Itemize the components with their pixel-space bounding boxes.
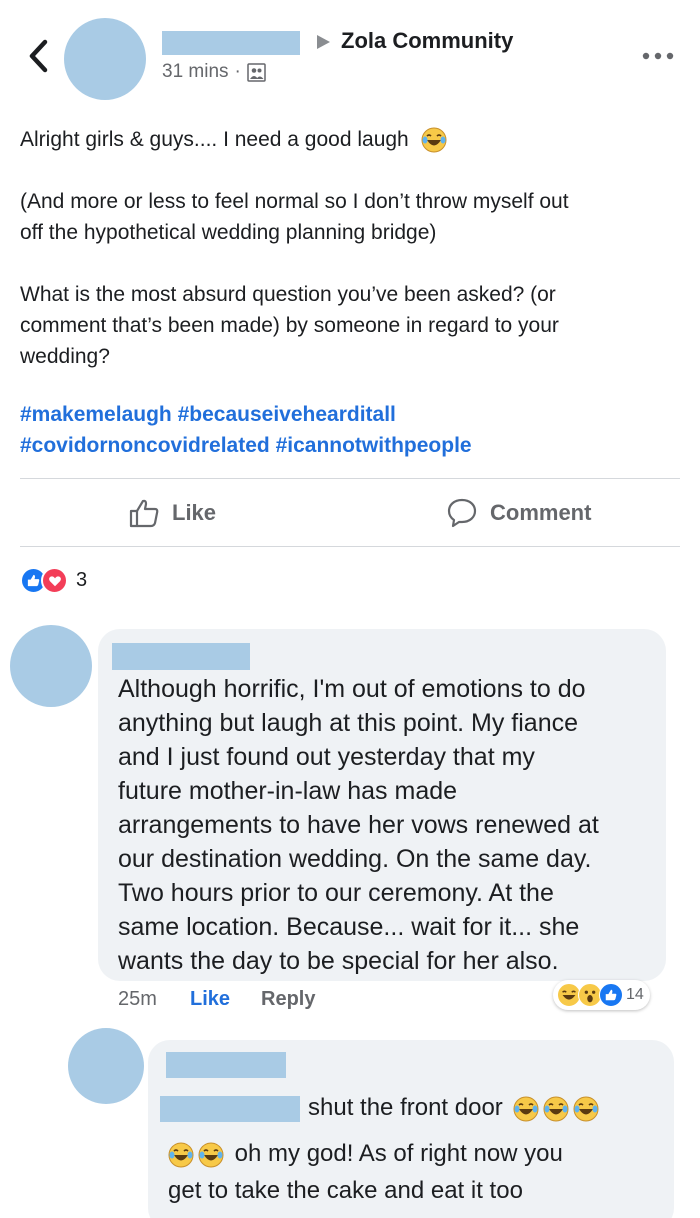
post-text-line: comment that’s been made) by someone in … xyxy=(20,314,559,337)
back-icon[interactable] xyxy=(26,38,52,74)
reply-text-line: get to take the cake and eat it too xyxy=(168,1177,523,1204)
hashtag-line: #makemelaugh #becauseivehearditall xyxy=(20,399,396,430)
post-time: 31 mins xyxy=(162,61,229,82)
like-button[interactable]: Like xyxy=(128,497,216,529)
post-text-line: Alright girls & guys.... I need a good l… xyxy=(20,124,447,155)
love-reaction xyxy=(41,567,68,594)
reply-avatar[interactable] xyxy=(68,1028,144,1104)
reply-text-line: shut the front door xyxy=(308,1094,599,1122)
reply-text-line: oh my god! As of right now you xyxy=(168,1140,563,1168)
hashtag-link[interactable]: #icannotwithpeople xyxy=(276,434,472,457)
divider xyxy=(20,546,680,547)
post-reactions[interactable]: 3 xyxy=(20,567,87,594)
comment-button[interactable]: Comment xyxy=(446,497,591,529)
like-label: Like xyxy=(172,500,217,525)
author-name-redacted[interactable] xyxy=(162,31,300,55)
laugh-emoji xyxy=(573,1096,599,1122)
comment-reactions[interactable]: 14 xyxy=(553,980,650,1010)
comment-text-line: and I just found out yesterday that my xyxy=(118,743,535,771)
hashtag-link[interactable]: #makemelaugh xyxy=(20,403,172,426)
commenter-avatar[interactable] xyxy=(10,625,92,707)
post-text-line: (And more or less to feel normal so I do… xyxy=(20,190,569,213)
comment-reaction-count: 14 xyxy=(626,986,644,1003)
post-meta: 31 mins · xyxy=(162,61,266,83)
group-name[interactable]: Zola Community xyxy=(341,28,513,54)
tagged-name-redacted[interactable] xyxy=(160,1096,300,1122)
more-icon[interactable] xyxy=(640,44,676,68)
replier-name-redacted[interactable] xyxy=(166,1052,286,1078)
like-icon xyxy=(129,499,159,528)
post-text-line: off the hypothetical wedding planning br… xyxy=(20,221,437,244)
laugh-emoji xyxy=(543,1096,569,1122)
comment-text-line: arrangements to have her vows renewed at xyxy=(118,811,599,839)
comment-reply-button[interactable]: Reply xyxy=(261,988,315,1011)
group-icon xyxy=(247,62,266,82)
comment-icon xyxy=(447,498,477,528)
author-avatar[interactable] xyxy=(64,18,146,100)
comment-meta: 25m Like Reply xyxy=(118,988,315,1011)
post-text-line: What is the most absurd question you’ve … xyxy=(20,283,556,306)
like-reaction xyxy=(599,983,623,1007)
meta-separator: · xyxy=(234,61,241,82)
post-text-line: wedding? xyxy=(20,345,110,368)
hashtag-link[interactable]: #becauseivehearditall xyxy=(178,403,396,426)
hashtag-link[interactable]: #covidornoncovidrelated xyxy=(20,434,270,457)
comment-text-line: future mother-in-law has made xyxy=(118,777,458,805)
comment-text-line: wants the day to be special for her also… xyxy=(118,947,559,975)
comment-text-line: our destination wedding. On the same day… xyxy=(118,845,592,873)
comment-text-line: anything but laugh at this point. My fia… xyxy=(118,709,579,737)
laugh-emoji xyxy=(513,1096,539,1122)
laugh-emoji xyxy=(198,1142,224,1168)
hashtag-line: #covidornoncovidrelated #icannotwithpeop… xyxy=(20,430,472,461)
caret-right-icon xyxy=(314,33,332,51)
comment-text-line: Two hours prior to our ceremony. At the xyxy=(118,879,554,907)
reaction-count: 3 xyxy=(76,569,88,591)
laugh-emoji xyxy=(168,1142,194,1168)
comment-text-line: same location. Because... wait for it...… xyxy=(118,913,580,941)
comment-label: Comment xyxy=(490,500,592,525)
comment-text-line: Although horrific, I'm out of emotions t… xyxy=(118,675,586,703)
comment-like-button[interactable]: Like xyxy=(190,988,261,1011)
commenter-name-redacted[interactable] xyxy=(112,643,250,670)
laugh-emoji xyxy=(421,127,447,153)
comment-time: 25m xyxy=(118,988,157,1010)
divider xyxy=(20,478,680,479)
